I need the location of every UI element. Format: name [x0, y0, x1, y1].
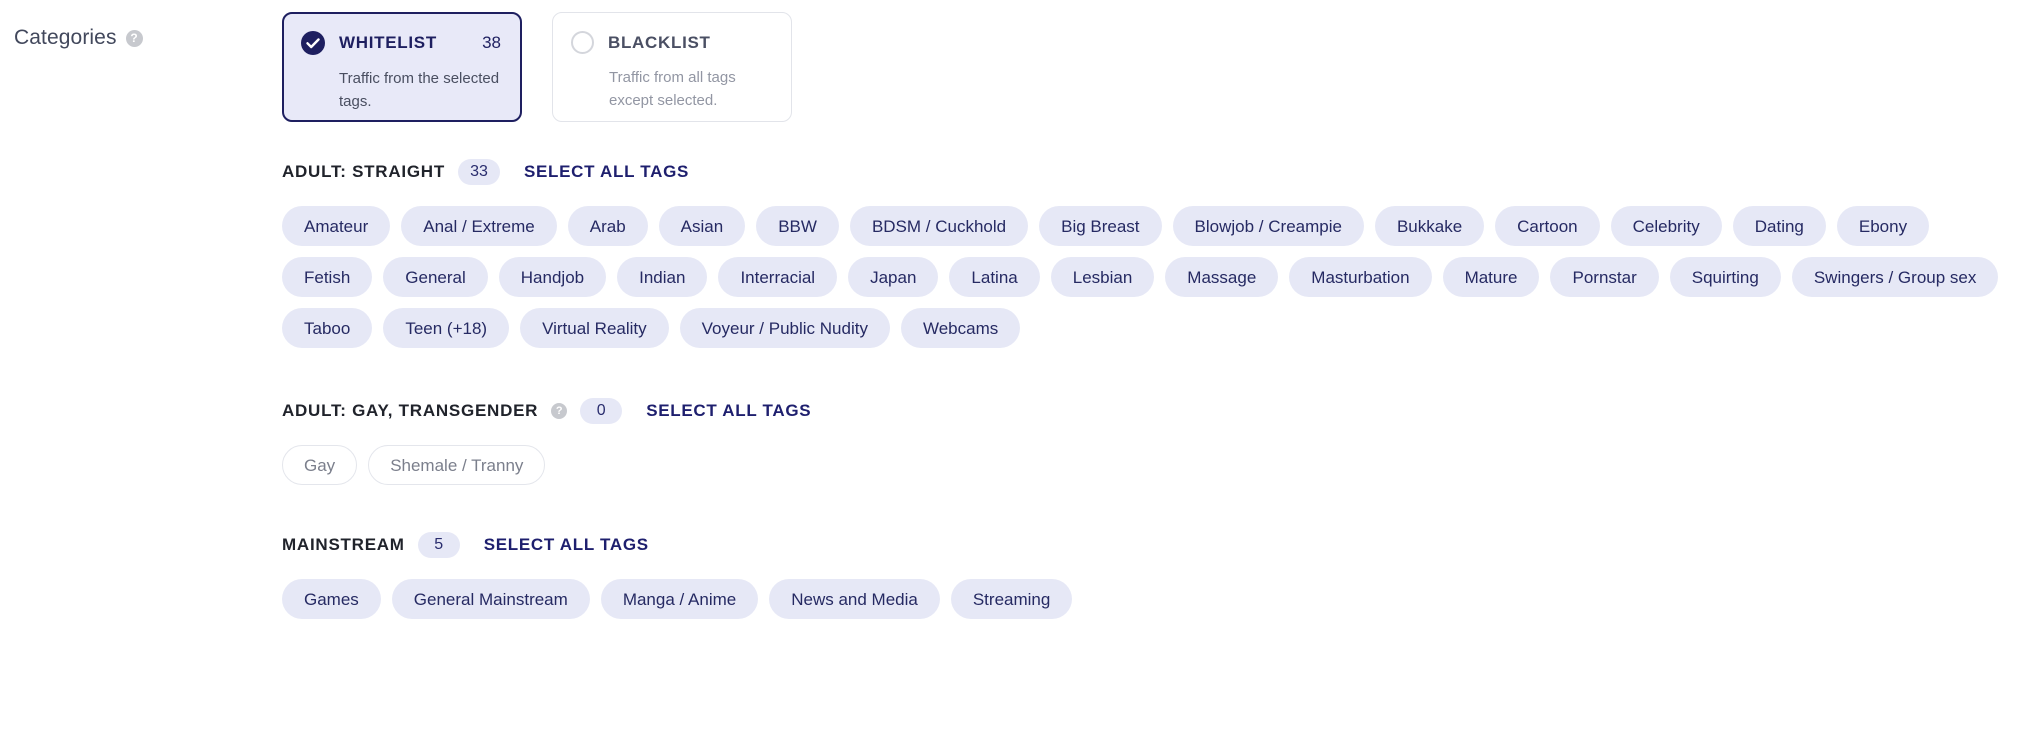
- section-header: ADULT: GAY, TRANSGENDER ? 0 SELECT ALL T…: [282, 394, 2020, 428]
- tag-chip[interactable]: Dating: [1732, 206, 1826, 246]
- tag-chip[interactable]: Cartoon: [1495, 206, 1600, 246]
- tag-chip[interactable]: Ebony: [1836, 206, 1930, 246]
- categories-panel: Categories ? WHITELIST 38 Traffic from t…: [0, 0, 2020, 746]
- tag-chip[interactable]: Latina: [949, 257, 1040, 297]
- question-mark-icon[interactable]: ?: [125, 29, 143, 47]
- mode-label-whitelist: WHITELIST: [339, 33, 437, 52]
- tag-chip[interactable]: Lesbian: [1050, 257, 1155, 297]
- tag-chip[interactable]: Interracial: [718, 257, 838, 297]
- tag-chip[interactable]: Squirting: [1669, 257, 1781, 297]
- question-mark-icon[interactable]: ?: [551, 403, 568, 419]
- tag-chip[interactable]: Amateur: [282, 206, 391, 246]
- tag-chip[interactable]: Masturbation: [1289, 257, 1432, 297]
- tag-sections: ADULT: STRAIGHT 33 SELECT ALL TAGS Amate…: [282, 155, 2020, 619]
- tag-chip[interactable]: Gay: [282, 445, 358, 485]
- tag-list-adult-gay-transgender: Gay Shemale / Tranny: [282, 445, 2020, 485]
- tag-chip[interactable]: BBW: [756, 206, 839, 246]
- tag-chip[interactable]: Celebrity: [1610, 206, 1722, 246]
- tag-chip[interactable]: Asian: [658, 206, 746, 246]
- tag-chip[interactable]: Taboo: [282, 308, 373, 348]
- tag-chip[interactable]: Mature: [1442, 257, 1540, 297]
- tag-chip[interactable]: Swingers / Group sex: [1791, 257, 1999, 297]
- mode-card-blacklist[interactable]: BLACKLIST Traffic from all tags except s…: [552, 12, 792, 122]
- section-title-mainstream: MAINSTREAM: [282, 535, 405, 554]
- tag-chip[interactable]: Indian: [617, 257, 708, 297]
- section-count-adult-straight: 33: [457, 159, 500, 185]
- tag-chip[interactable]: Manga / Anime: [600, 579, 759, 619]
- mode-card-header: WHITELIST 38: [301, 31, 501, 55]
- tag-chip[interactable]: Teen (+18): [383, 308, 510, 348]
- tag-list-adult-straight: Amateur Anal / Extreme Arab Asian BBW BDSM / …: [282, 206, 2020, 348]
- section-adult-straight: ADULT: STRAIGHT 33 SELECT ALL TAGS Amate…: [282, 155, 2020, 348]
- mode-description-blacklist: Traffic from all tags except selected.: [609, 69, 736, 109]
- section-mainstream: MAINSTREAM 5 SELECT ALL TAGS Games Genera…: [282, 528, 2020, 619]
- section-count-mainstream: 5: [417, 532, 460, 558]
- tag-chip[interactable]: General: [383, 257, 488, 297]
- tag-chip[interactable]: Massage: [1165, 257, 1279, 297]
- select-all-tags-adult-gay-transgender[interactable]: SELECT ALL TAGS: [646, 401, 811, 421]
- radio-circle-empty-icon: [571, 31, 594, 54]
- tag-chip[interactable]: Fetish: [282, 257, 373, 297]
- check-circle-filled-icon: [301, 31, 325, 55]
- mode-count-whitelist: 38: [482, 33, 501, 52]
- tag-chip[interactable]: Japan: [848, 257, 939, 297]
- page-title: Categories: [14, 26, 117, 49]
- tag-chip[interactable]: Pornstar: [1550, 257, 1659, 297]
- tag-chip[interactable]: Voyeur / Public Nudity: [679, 308, 890, 348]
- section-adult-gay-transgender: ADULT: GAY, TRANSGENDER ? 0 SELECT ALL T…: [282, 394, 2020, 485]
- tag-chip[interactable]: Virtual Reality: [520, 308, 669, 348]
- tag-list-mainstream: Games General Mainstream Manga / Anime News…: [282, 579, 2020, 619]
- section-title-adult-gay-transgender: ADULT: GAY, TRANSGENDER: [282, 401, 539, 420]
- tag-chip[interactable]: News and Media: [769, 579, 940, 619]
- tag-chip[interactable]: BDSM / Cuckhold: [849, 206, 1029, 246]
- mode-card-whitelist[interactable]: WHITELIST 38 Traffic from the selected t…: [282, 12, 522, 122]
- mode-card-header: BLACKLIST: [571, 31, 771, 54]
- tag-chip[interactable]: Handjob: [498, 257, 607, 297]
- tag-chip[interactable]: Games: [282, 579, 381, 619]
- tag-chip[interactable]: Arab: [567, 206, 648, 246]
- select-all-tags-adult-straight[interactable]: SELECT ALL TAGS: [524, 162, 689, 182]
- tag-chip[interactable]: General Mainstream: [391, 579, 590, 619]
- mode-description-whitelist: Traffic from the selected tags.: [339, 70, 500, 110]
- section-count-adult-gay-transgender: 0: [580, 398, 623, 424]
- tag-chip[interactable]: Anal / Extreme: [401, 206, 557, 246]
- tag-chip[interactable]: Streaming: [950, 579, 1073, 619]
- select-all-tags-mainstream[interactable]: SELECT ALL TAGS: [484, 535, 649, 555]
- tag-chip[interactable]: Bukkake: [1374, 206, 1485, 246]
- section-header: MAINSTREAM 5 SELECT ALL TAGS: [282, 528, 2020, 562]
- mode-label-blacklist: BLACKLIST: [608, 32, 711, 52]
- tag-chip[interactable]: Blowjob / Creampie: [1172, 206, 1364, 246]
- tag-chip[interactable]: Webcams: [900, 308, 1021, 348]
- section-header: ADULT: STRAIGHT 33 SELECT ALL TAGS: [282, 155, 2020, 189]
- tag-chip[interactable]: Big Breast: [1039, 206, 1162, 246]
- field-label-categories: Categories ?: [14, 26, 143, 50]
- mode-card-group: WHITELIST 38 Traffic from the selected t…: [282, 12, 792, 122]
- section-title-adult-straight: ADULT: STRAIGHT: [282, 162, 445, 181]
- tag-chip[interactable]: Shemale / Tranny: [368, 445, 546, 485]
